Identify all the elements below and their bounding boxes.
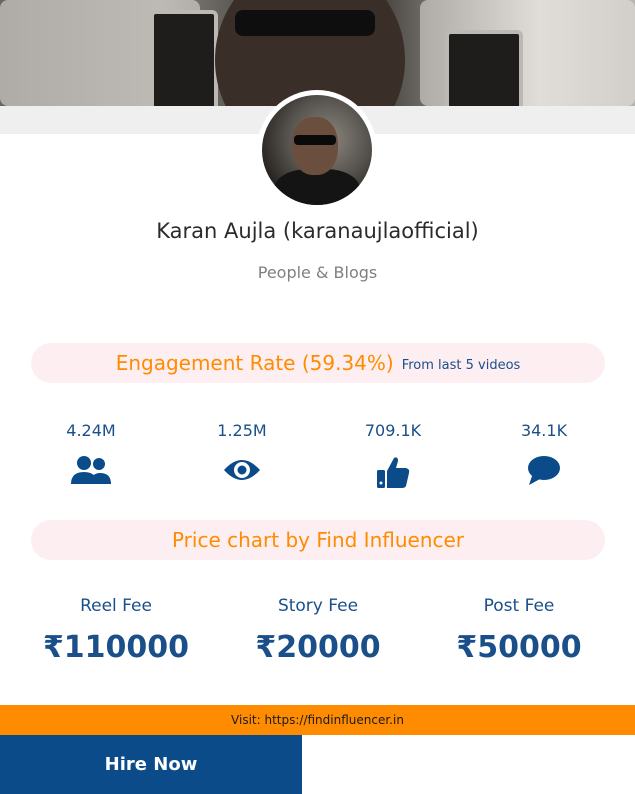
stat-value: 4.24M <box>66 421 116 440</box>
visit-bar: Visit: https://findinfluencer.in <box>0 705 635 735</box>
fee-label: Reel Fee <box>80 596 152 616</box>
fee-amount: ₹50000 <box>456 630 582 665</box>
stat-value: 709.1K <box>364 421 422 440</box>
engagement-banner: Engagement Rate (59.34%) From last 5 vid… <box>31 343 605 383</box>
engagement-note: From last 5 videos <box>401 357 521 373</box>
eye-icon <box>224 460 260 480</box>
avatar <box>257 90 377 210</box>
comment-icon <box>528 456 560 485</box>
profile-category: People & Blogs <box>257 263 378 282</box>
fee-label: Story Fee <box>277 596 359 616</box>
fee-label: Post Fee <box>483 596 555 616</box>
profile-name: Karan Aujla (karanaujlaofficial) <box>156 219 479 243</box>
fee-amount: ₹20000 <box>255 630 381 665</box>
stat-value: 1.25M <box>217 421 267 440</box>
engagement-rate: Engagement Rate (59.34%) <box>115 351 394 375</box>
fee-story: Story Fee ₹20000 <box>218 596 418 665</box>
thumbs-up-icon <box>377 457 410 488</box>
followers-icon <box>71 456 111 484</box>
price-chart-title: Price chart by Find Influencer <box>171 528 465 552</box>
stat-followers: 4.24M <box>31 421 151 490</box>
fee-reel: Reel Fee ₹110000 <box>16 596 216 665</box>
stat-comments: 34.1K <box>484 421 604 490</box>
stat-views: 1.25M <box>182 421 302 490</box>
visit-link[interactable]: Visit: https://findinfluencer.in <box>231 713 404 727</box>
fee-post: Post Fee ₹50000 <box>419 596 619 665</box>
fee-amount: ₹110000 <box>42 630 190 665</box>
stat-value: 34.1K <box>520 421 568 440</box>
price-chart-banner: Price chart by Find Influencer <box>31 520 605 560</box>
hire-now-button[interactable]: Hire Now <box>0 735 302 794</box>
stat-likes: 709.1K <box>333 421 453 490</box>
